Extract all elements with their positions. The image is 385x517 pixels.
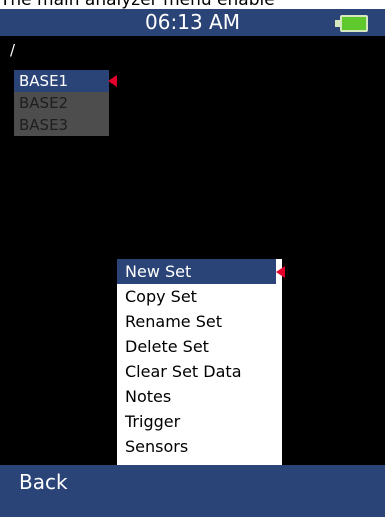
base-item[interactable]: BASE1 xyxy=(14,70,117,92)
menu-item-copy-set[interactable]: Copy Set xyxy=(117,284,282,309)
menu-item-sensors[interactable]: Sensors xyxy=(117,434,282,459)
menu-item-notes[interactable]: Notes xyxy=(117,384,282,409)
selection-marker-icon xyxy=(108,75,117,87)
status-bar: 06:13 AM xyxy=(0,9,385,36)
device-screen: 06:13 AM / BASE1 BASE2 BASE3 New Set Cop… xyxy=(0,9,385,517)
current-path: / xyxy=(10,41,16,59)
clock: 06:13 AM xyxy=(145,10,240,34)
base-item[interactable]: BASE3 xyxy=(14,114,109,136)
menu-item-trigger[interactable]: Trigger xyxy=(117,409,282,434)
menu-item-delete-set[interactable]: Delete Set xyxy=(117,334,282,359)
base-item-label: BASE1 xyxy=(19,72,69,90)
caption-text: The main analyzer menu enable xyxy=(0,0,275,10)
menu-item-rename-set[interactable]: Rename Set xyxy=(117,309,282,334)
base-item-label: BASE2 xyxy=(19,94,69,112)
menu-item-clear-set-data[interactable]: Clear Set Data xyxy=(117,359,282,384)
battery-icon xyxy=(340,15,368,32)
base-list: BASE1 BASE2 BASE3 xyxy=(14,70,117,136)
menu-item-new-set[interactable]: New Set xyxy=(117,259,285,284)
selection-marker-icon xyxy=(276,266,285,278)
bottom-bar: Back xyxy=(0,465,385,517)
context-menu: New Set Copy Set Rename Set Delete Set C… xyxy=(117,259,285,481)
base-item[interactable]: BASE2 xyxy=(14,92,109,114)
menu-item-label: New Set xyxy=(125,262,192,281)
base-item-label: BASE3 xyxy=(19,116,69,134)
back-button[interactable]: Back xyxy=(19,470,68,494)
